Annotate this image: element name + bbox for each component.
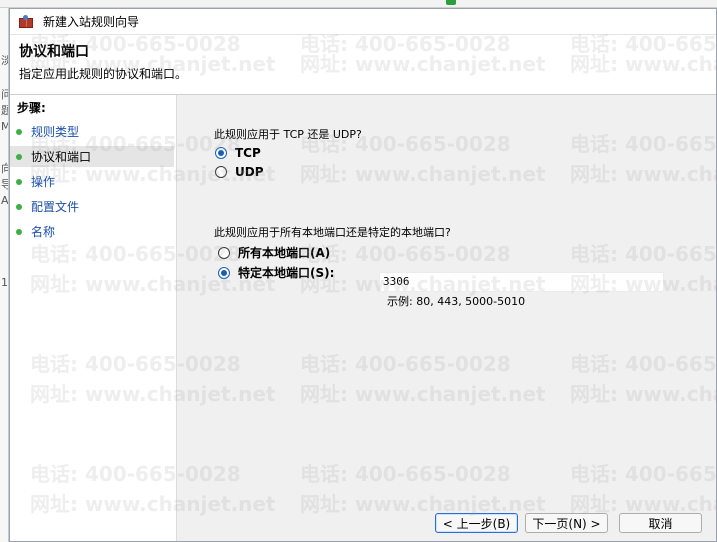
background-window-header [0,0,717,8]
background-text: 1 [1,276,8,289]
window-title: 新建入站规则向导 [43,15,140,29]
radio-tcp[interactable]: TCP [215,146,261,160]
wizard-header: 协议和端口 指定应用此规则的协议和端口。 [10,35,716,95]
checkmark-icon [446,0,456,5]
step-bullet-icon [16,128,22,135]
radio-selected-icon[interactable] [218,266,230,279]
radio-label: 特定本地端口(S): [238,266,335,280]
title-bar[interactable]: 新建入站规则向导 [10,9,716,35]
new-inbound-rule-wizard: 新建入站规则向导 协议和端口 指定应用此规则的协议和端口。 步骤: 规则类型 协… [9,8,717,542]
step-action[interactable]: 操作 [10,171,174,192]
background-text: M [1,120,8,133]
radio-label: TCP [235,146,261,160]
radio-unselected-icon[interactable] [218,246,230,259]
specific-ports-input[interactable]: 3306 [379,272,664,292]
cancel-button[interactable]: 取消 [619,513,702,533]
page-subtitle: 指定应用此规则的协议和端口。 [19,67,188,81]
step-label: 操作 [31,175,56,189]
step-label: 配置文件 [31,200,80,214]
step-label: 协议和端口 [31,150,92,164]
radio-selected-icon[interactable] [215,147,227,159]
radio-specific-local-ports[interactable]: 特定本地端口(S): [218,264,334,281]
background-text: 淡 [1,52,8,68]
step-protocol-and-ports[interactable]: 协议和端口 [10,146,174,167]
ports-question: 此规则应用于所有本地端口还是特定的本地端口? [214,226,451,239]
radio-unselected-icon[interactable] [215,166,227,178]
steps-panel: 步骤: 规则类型 协议和端口 操作 配置文件 名称 [10,95,177,541]
steps-title: 步骤: [17,101,46,115]
radio-udp[interactable]: UDP [215,165,264,179]
step-bullet-icon [16,153,22,160]
page-title: 协议和端口 [19,44,89,60]
wizard-content: 此规则应用于 TCP 还是 UDP? TCP UDP 此规则应用于所有本地端口还… [178,95,716,541]
radio-label: UDP [235,165,264,179]
step-rule-type[interactable]: 规则类型 [10,121,174,142]
back-button[interactable]: < 上一步(B) [435,513,518,533]
step-name[interactable]: 名称 [10,221,174,242]
ports-example: 示例: 80, 443, 5000-5010 [387,295,526,308]
step-label: 规则类型 [31,125,80,139]
background-text: 问题 [1,86,8,118]
step-bullet-icon [16,203,22,210]
background-text: 向导 [1,160,8,192]
radio-label: 所有本地端口(A) [238,246,331,260]
firewall-icon [19,14,33,29]
step-bullet-icon [16,228,22,235]
step-bullet-icon [16,178,22,185]
background-text: A [1,194,9,207]
background-window-sidebar: 淡 问题 M 向导 A 1 [0,8,9,542]
protocol-question: 此规则应用于 TCP 还是 UDP? [214,128,362,141]
step-profile[interactable]: 配置文件 [10,196,174,217]
radio-all-local-ports[interactable]: 所有本地端口(A) [218,244,330,261]
step-label: 名称 [31,225,56,239]
next-button[interactable]: 下一页(N) > [525,513,608,533]
